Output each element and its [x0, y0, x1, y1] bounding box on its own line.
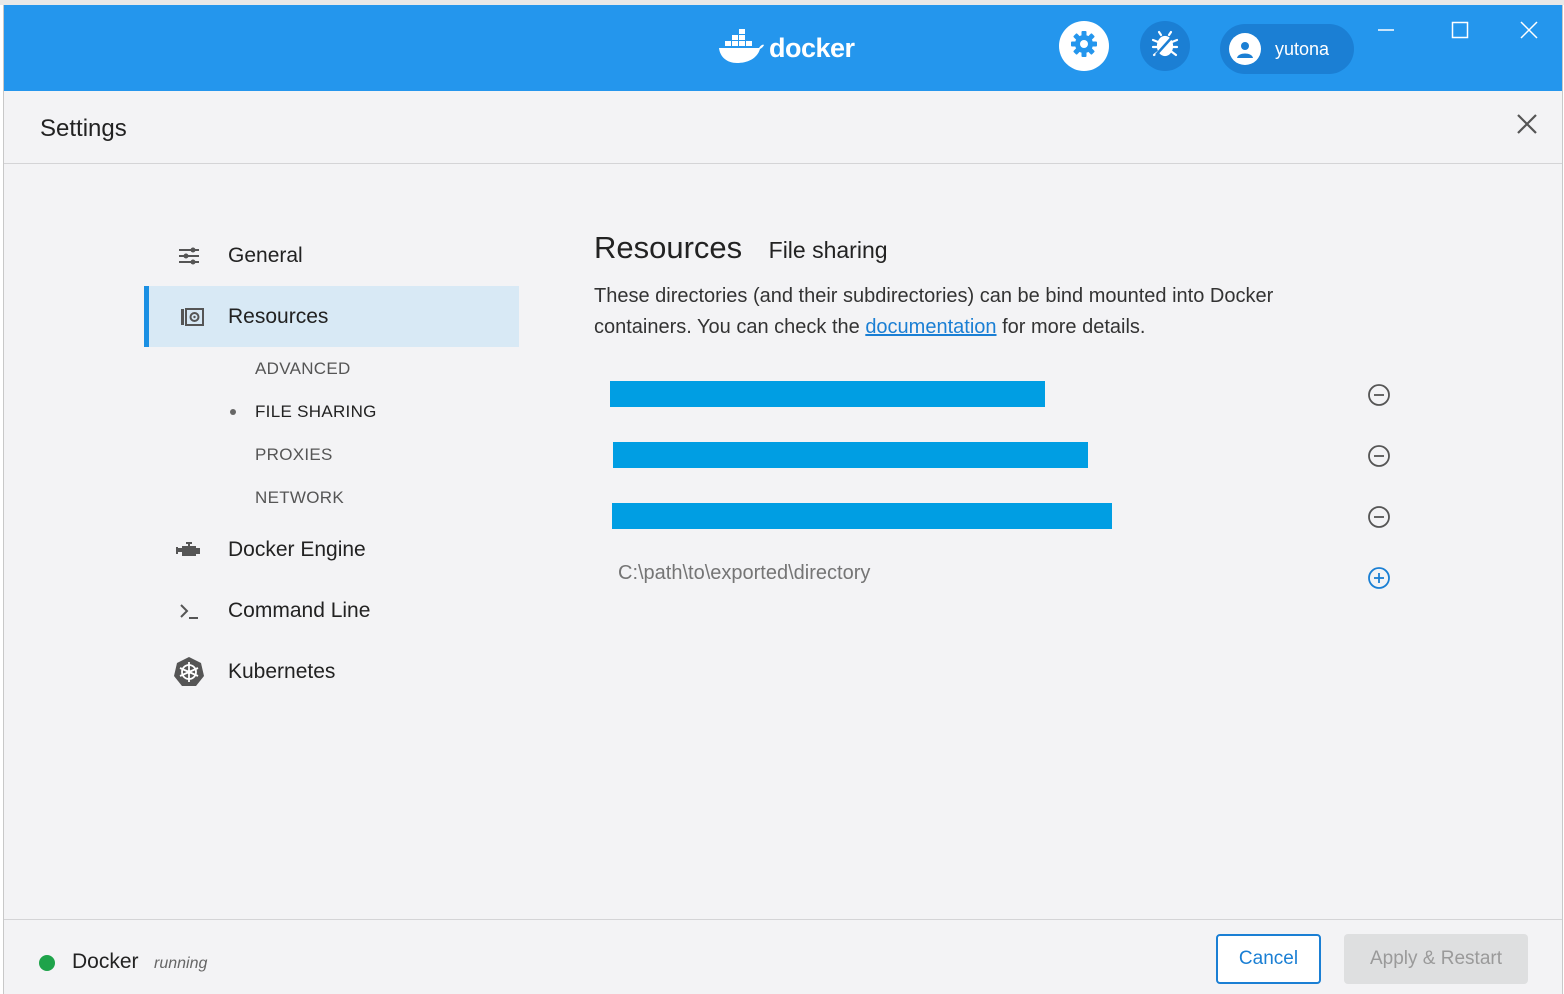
title-bar: docker yutona	[4, 5, 1562, 91]
description-text-end: for more details.	[996, 316, 1146, 338]
cancel-button[interactable]: Cancel	[1216, 934, 1321, 984]
bug-icon	[1150, 29, 1180, 64]
minus-circle-icon	[1368, 384, 1390, 406]
apply-restart-button[interactable]: Apply & Restart	[1344, 934, 1528, 984]
list-item	[594, 436, 1404, 476]
status-footer: Docker running Cancel Apply & Restart	[4, 919, 1562, 994]
avatar-icon	[1229, 33, 1261, 65]
plus-circle-icon	[1368, 567, 1390, 589]
remove-directory-button[interactable]	[1367, 505, 1391, 529]
sidebar-item-label: Kubernetes	[228, 659, 336, 683]
settings-button[interactable]	[1059, 21, 1109, 71]
sidebar-subitem-label: FILE SHARING	[255, 401, 377, 421]
documentation-link[interactable]: documentation	[865, 316, 996, 338]
new-directory-row	[594, 558, 1404, 598]
sidebar-item-command-line[interactable]: Command Line	[144, 580, 519, 641]
active-dot-icon	[230, 409, 236, 415]
sidebar-item-docker-engine[interactable]: Docker Engine	[144, 519, 519, 580]
docker-desktop-window: docker yutona Settings General Resources…	[3, 5, 1563, 994]
minus-circle-icon	[1368, 445, 1390, 467]
sidebar-item-general[interactable]: General	[144, 225, 519, 286]
status-indicator-icon	[39, 955, 55, 971]
user-name: yutona	[1275, 38, 1330, 59]
engine-icon	[144, 541, 228, 559]
sidebar-item-resources[interactable]: Resources	[144, 286, 519, 347]
sidebar-subitem-label: ADVANCED	[255, 358, 351, 378]
sidebar-item-kubernetes[interactable]: Kubernetes	[144, 641, 519, 702]
sidebar-item-label: Docker Engine	[228, 537, 366, 561]
sidebar-subitem-label: PROXIES	[255, 444, 333, 464]
kubernetes-icon	[144, 656, 228, 688]
sidebar-item-label: Resources	[228, 304, 329, 328]
close-icon	[1520, 21, 1538, 39]
add-directory-button[interactable]	[1367, 566, 1391, 590]
sidebar-subitem-label: NETWORK	[255, 487, 344, 507]
section-subheading: File sharing	[768, 237, 888, 263]
close-icon	[1517, 114, 1537, 134]
list-item	[594, 497, 1404, 537]
gear-icon	[1069, 29, 1099, 64]
status-app-name: Docker	[72, 950, 139, 973]
sidebar-subitem-network[interactable]: NETWORK	[144, 476, 519, 519]
minus-circle-icon	[1368, 506, 1390, 528]
terminal-icon	[144, 602, 228, 620]
remove-directory-button[interactable]	[1367, 383, 1391, 407]
sidebar-item-label: General	[228, 243, 303, 267]
status-badge: running	[154, 955, 208, 972]
settings-sidebar: General Resources ADVANCED FILE SHARING …	[144, 225, 519, 702]
sidebar-subitem-proxies[interactable]: PROXIES	[144, 433, 519, 476]
minimize-button[interactable]	[1366, 15, 1406, 45]
window-close-button[interactable]	[1509, 15, 1549, 45]
redacted-path	[613, 442, 1088, 468]
sidebar-item-label: Command Line	[228, 598, 371, 622]
user-account-button[interactable]: yutona	[1220, 24, 1354, 74]
resources-icon	[149, 307, 228, 327]
remove-directory-button[interactable]	[1367, 444, 1391, 468]
shared-directory-list	[594, 375, 1404, 615]
docker-logo: docker	[717, 29, 855, 68]
settings-close-button[interactable]	[1516, 109, 1538, 143]
docker-logo-text: docker	[769, 33, 855, 63]
sidebar-subitem-advanced[interactable]: ADVANCED	[144, 347, 519, 390]
sliders-icon	[144, 247, 228, 265]
list-item	[594, 375, 1404, 415]
description: These directories (and their subdirector…	[594, 281, 1374, 343]
maximize-button[interactable]	[1440, 15, 1480, 45]
settings-header: Settings	[4, 91, 1562, 164]
sidebar-subitem-file-sharing[interactable]: FILE SHARING	[144, 390, 519, 433]
section-heading: Resources	[594, 230, 743, 265]
maximize-icon	[1451, 21, 1469, 39]
page-title: Settings	[40, 115, 127, 142]
whale-icon	[717, 29, 765, 68]
file-sharing-panel: Resources File sharing These directories…	[594, 230, 1404, 343]
troubleshoot-button[interactable]	[1140, 21, 1190, 71]
new-directory-input[interactable]	[618, 562, 1218, 585]
redacted-path	[610, 381, 1045, 407]
redacted-path	[612, 503, 1112, 529]
